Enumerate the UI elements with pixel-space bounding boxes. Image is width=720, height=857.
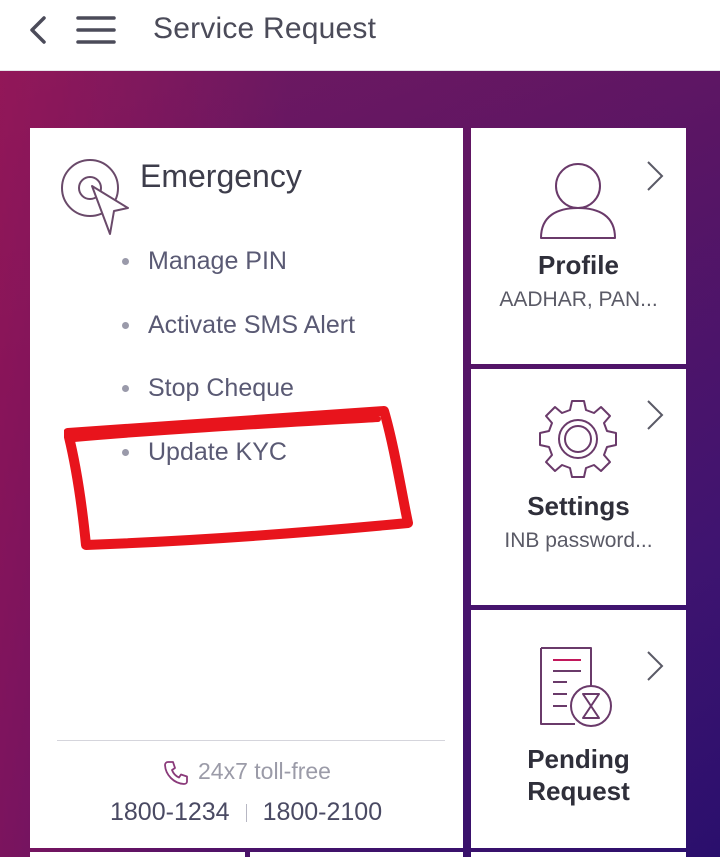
- next-row-peek: [0, 852, 720, 857]
- number-separator: [245, 804, 247, 823]
- emergency-title: Emergency: [140, 158, 302, 194]
- emergency-card: Emergency Manage PIN Activate SMS Alert …: [30, 128, 463, 848]
- list-item-label: Update KYC: [148, 437, 287, 466]
- back-button[interactable]: [22, 12, 58, 48]
- gear-icon: [539, 400, 617, 478]
- profile-card[interactable]: Profile AADHAR, PAN...: [471, 128, 686, 364]
- list-item-label: Activate SMS Alert: [148, 310, 356, 339]
- profile-subtitle: AADHAR, PAN...: [499, 288, 658, 311]
- document-hourglass-icon: [540, 647, 612, 727]
- page-title: Service Request: [153, 12, 377, 45]
- tollfree-text: 24x7 toll-free: [198, 758, 331, 784]
- pending-request-card[interactable]: Pending Request: [471, 610, 686, 848]
- phone-numbers: 1800-1234 1800-2100: [110, 798, 382, 827]
- list-item-label: Manage PIN: [148, 247, 287, 275]
- chevron-right-icon: [647, 651, 664, 681]
- phone-number-2[interactable]: 1800-2100: [263, 798, 383, 826]
- menu-button[interactable]: [74, 12, 118, 48]
- bullet-icon: [122, 258, 129, 265]
- phone-number-1[interactable]: 1800-1234: [110, 798, 230, 826]
- emergency-item-update-kyc[interactable]: Update KYC: [118, 435, 355, 499]
- tollfree-label: 24x7 toll-free: [162, 758, 331, 787]
- emergency-item-manage-pin[interactable]: Manage PIN: [118, 244, 355, 308]
- settings-card[interactable]: Settings INB password...: [471, 369, 686, 605]
- bullet-icon: [122, 385, 129, 392]
- bullet-icon: [122, 448, 129, 456]
- user-icon: [540, 163, 616, 239]
- profile-title: Profile: [538, 250, 619, 280]
- phone-icon: [164, 761, 188, 785]
- target-cursor-icon: [61, 159, 129, 235]
- bullet-icon: [122, 321, 129, 329]
- settings-subtitle: INB password...: [504, 529, 653, 552]
- emergency-list: Manage PIN Activate SMS Alert Stop Chequ…: [118, 244, 355, 498]
- emergency-item-stop-cheque[interactable]: Stop Cheque: [118, 371, 355, 435]
- pending-title-line1: Pending: [527, 744, 630, 774]
- chevron-right-icon: [647, 161, 664, 191]
- chevron-left-icon: [30, 16, 46, 44]
- divider: [57, 740, 445, 741]
- pending-title-line2: Request: [527, 776, 630, 806]
- hamburger-icon: [76, 16, 116, 44]
- chevron-right-icon: [647, 400, 664, 430]
- list-item-label: Stop Cheque: [148, 374, 294, 402]
- app-header: Service Request: [0, 0, 720, 71]
- emergency-item-activate-sms-alert[interactable]: Activate SMS Alert: [118, 308, 355, 372]
- settings-title: Settings: [527, 491, 630, 521]
